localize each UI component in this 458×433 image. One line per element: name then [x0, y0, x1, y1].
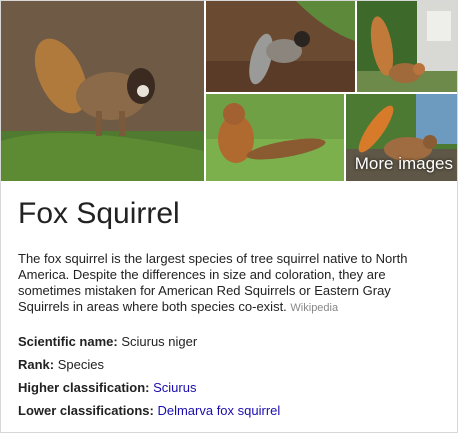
fact-lower-classifications: Lower classifications: Delmarva fox squi…: [18, 403, 438, 419]
gallery-image-2[interactable]: [206, 1, 355, 92]
image-gallery: More images: [1, 1, 457, 181]
fact-value: Sciurus niger: [121, 334, 198, 349]
gallery-image-1[interactable]: [1, 1, 204, 181]
knowledge-panel: More images Fox Squirrel The fox squirre…: [0, 0, 458, 433]
fact-label: Rank:: [18, 357, 55, 372]
entity-description: The fox squirrel is the largest species …: [18, 251, 438, 316]
fact-label: Higher classification:: [18, 380, 150, 395]
entity-title: Fox Squirrel: [18, 197, 180, 230]
description-text: The fox squirrel is the largest species …: [18, 251, 408, 314]
gallery-image-4[interactable]: [206, 94, 344, 181]
wikipedia-source-link[interactable]: Wikipedia: [290, 302, 338, 314]
fact-scientific-name: Scientific name: Sciurus niger: [18, 334, 438, 350]
facts-list: Scientific name: Sciurus niger Rank: Spe…: [18, 334, 438, 426]
gallery-image-5[interactable]: More images: [346, 94, 457, 181]
fact-value: Species: [57, 357, 104, 372]
fact-higher-classification: Higher classification: Sciurus: [18, 380, 438, 396]
fact-label: Lower classifications:: [18, 403, 154, 418]
fact-label: Scientific name:: [18, 334, 118, 349]
fact-rank: Rank: Species: [18, 357, 438, 373]
lower-classifications-link[interactable]: Delmarva fox squirrel: [157, 403, 280, 418]
gallery-image-3[interactable]: [357, 1, 457, 92]
higher-classification-link[interactable]: Sciurus: [153, 380, 196, 395]
more-images-link[interactable]: More images: [355, 154, 453, 174]
